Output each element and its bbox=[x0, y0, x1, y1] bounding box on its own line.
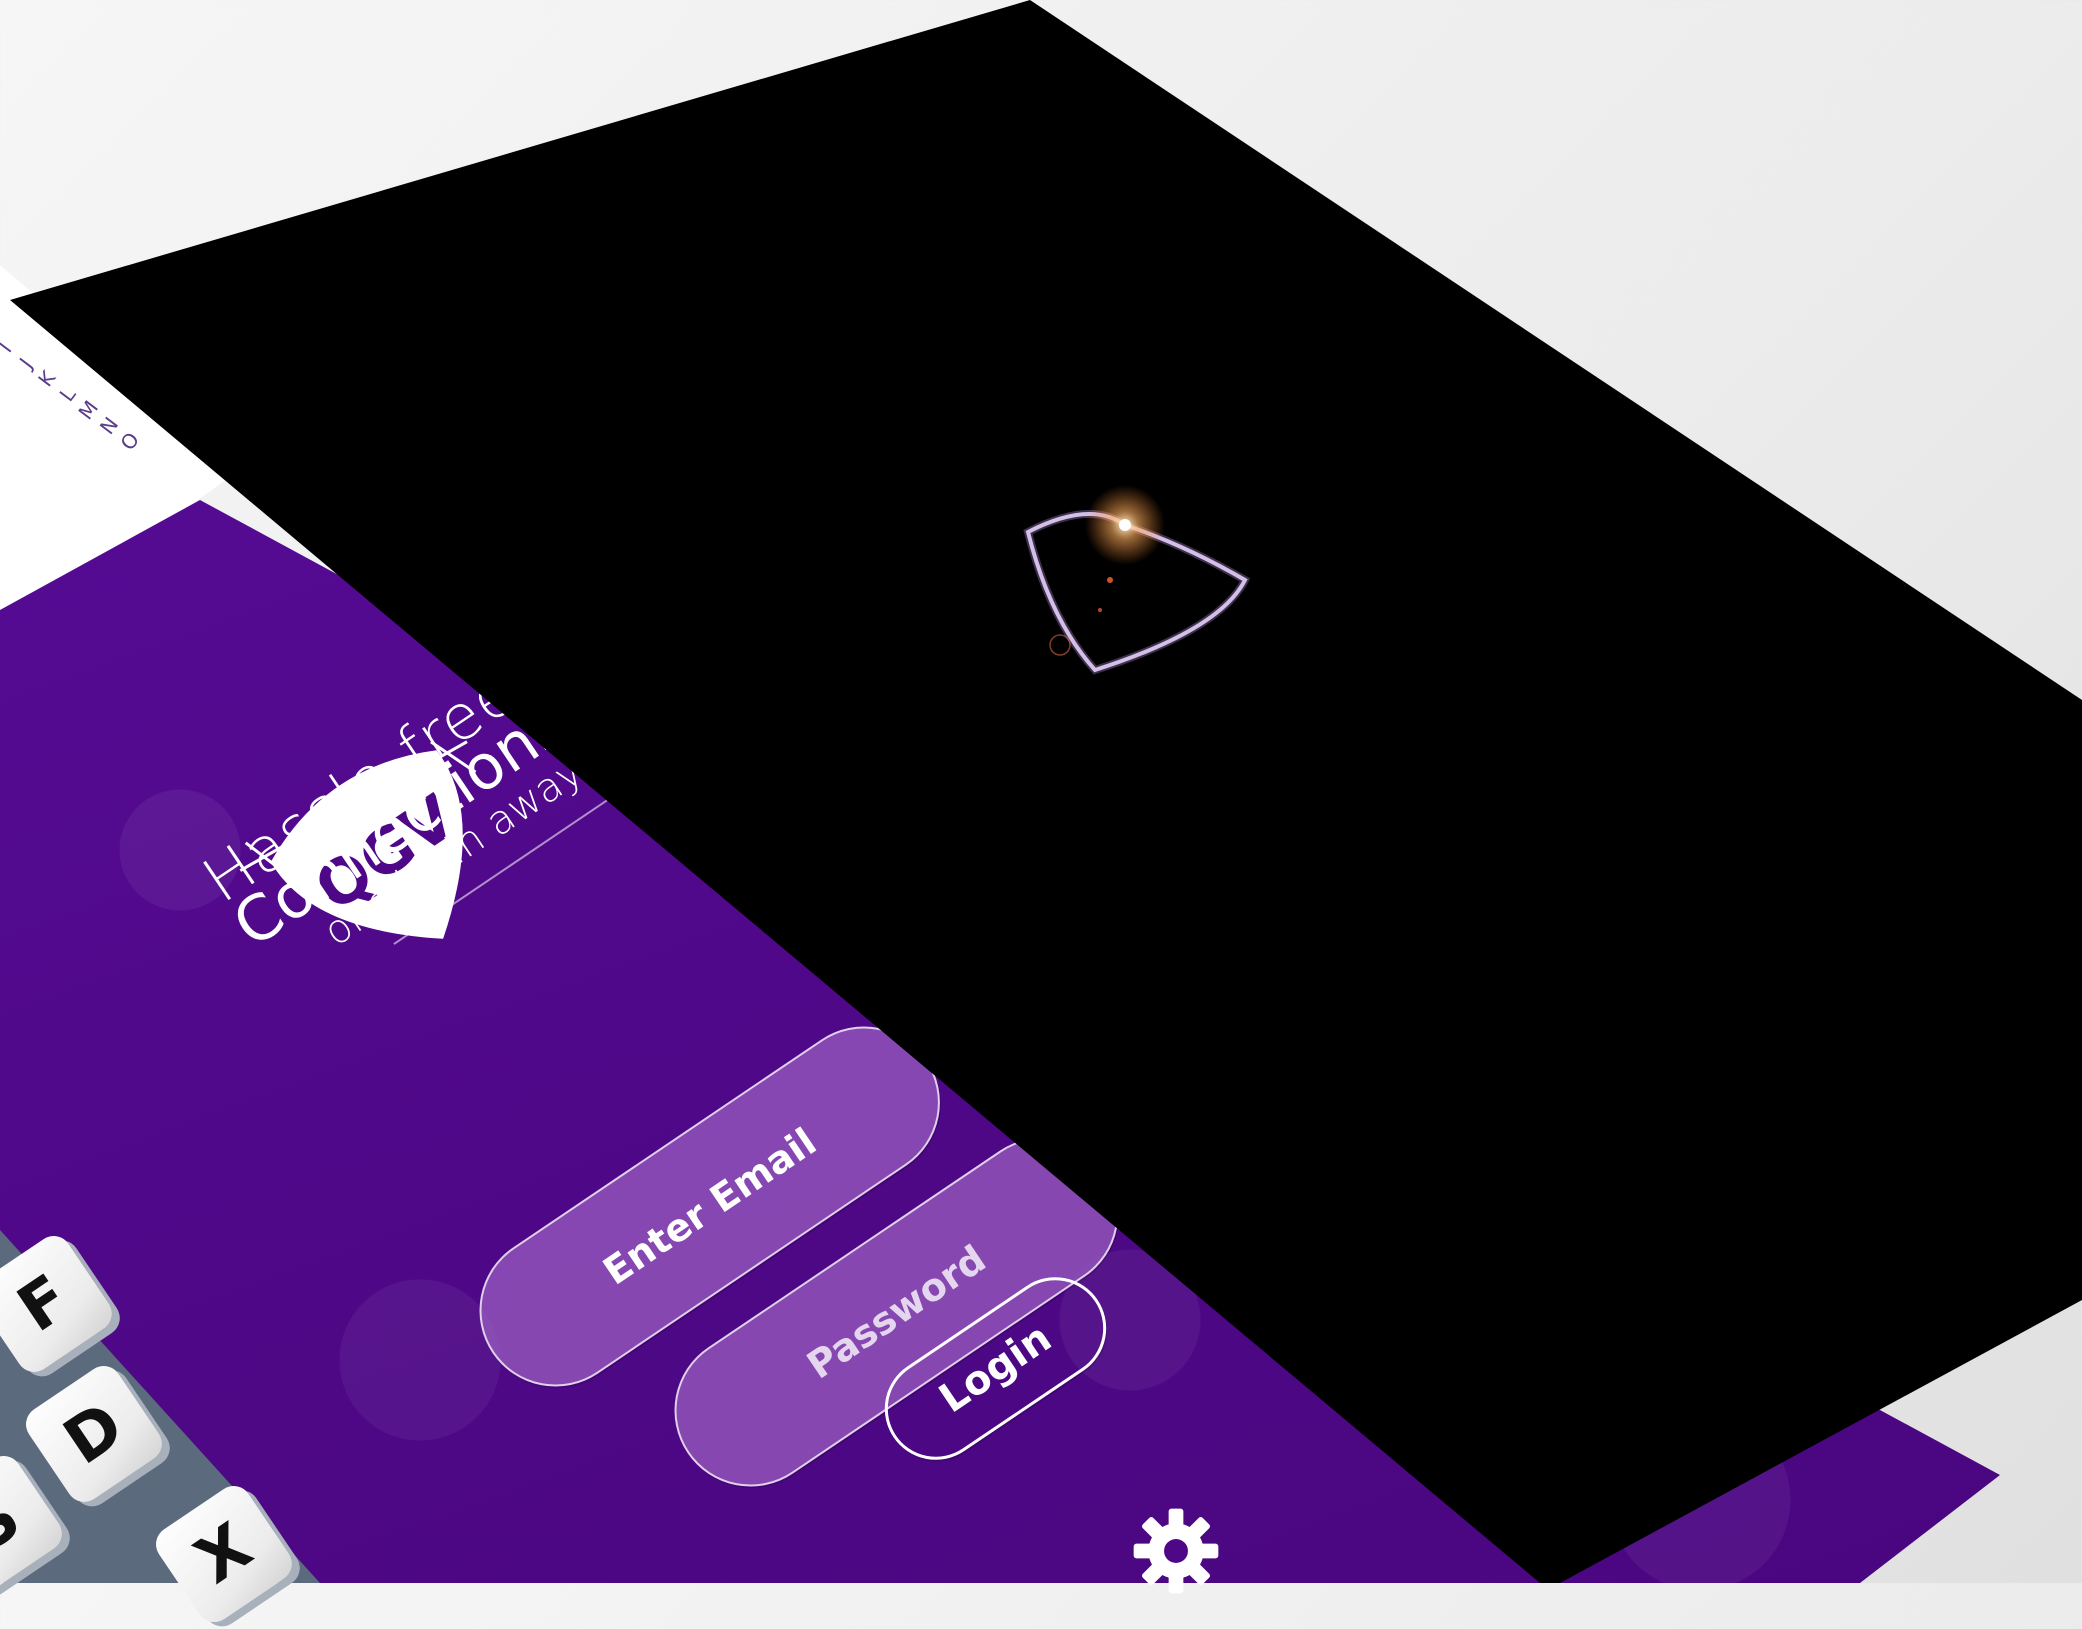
shield-outline-icon bbox=[1023, 485, 1251, 675]
gear-icon[interactable] bbox=[1130, 1505, 1222, 1597]
